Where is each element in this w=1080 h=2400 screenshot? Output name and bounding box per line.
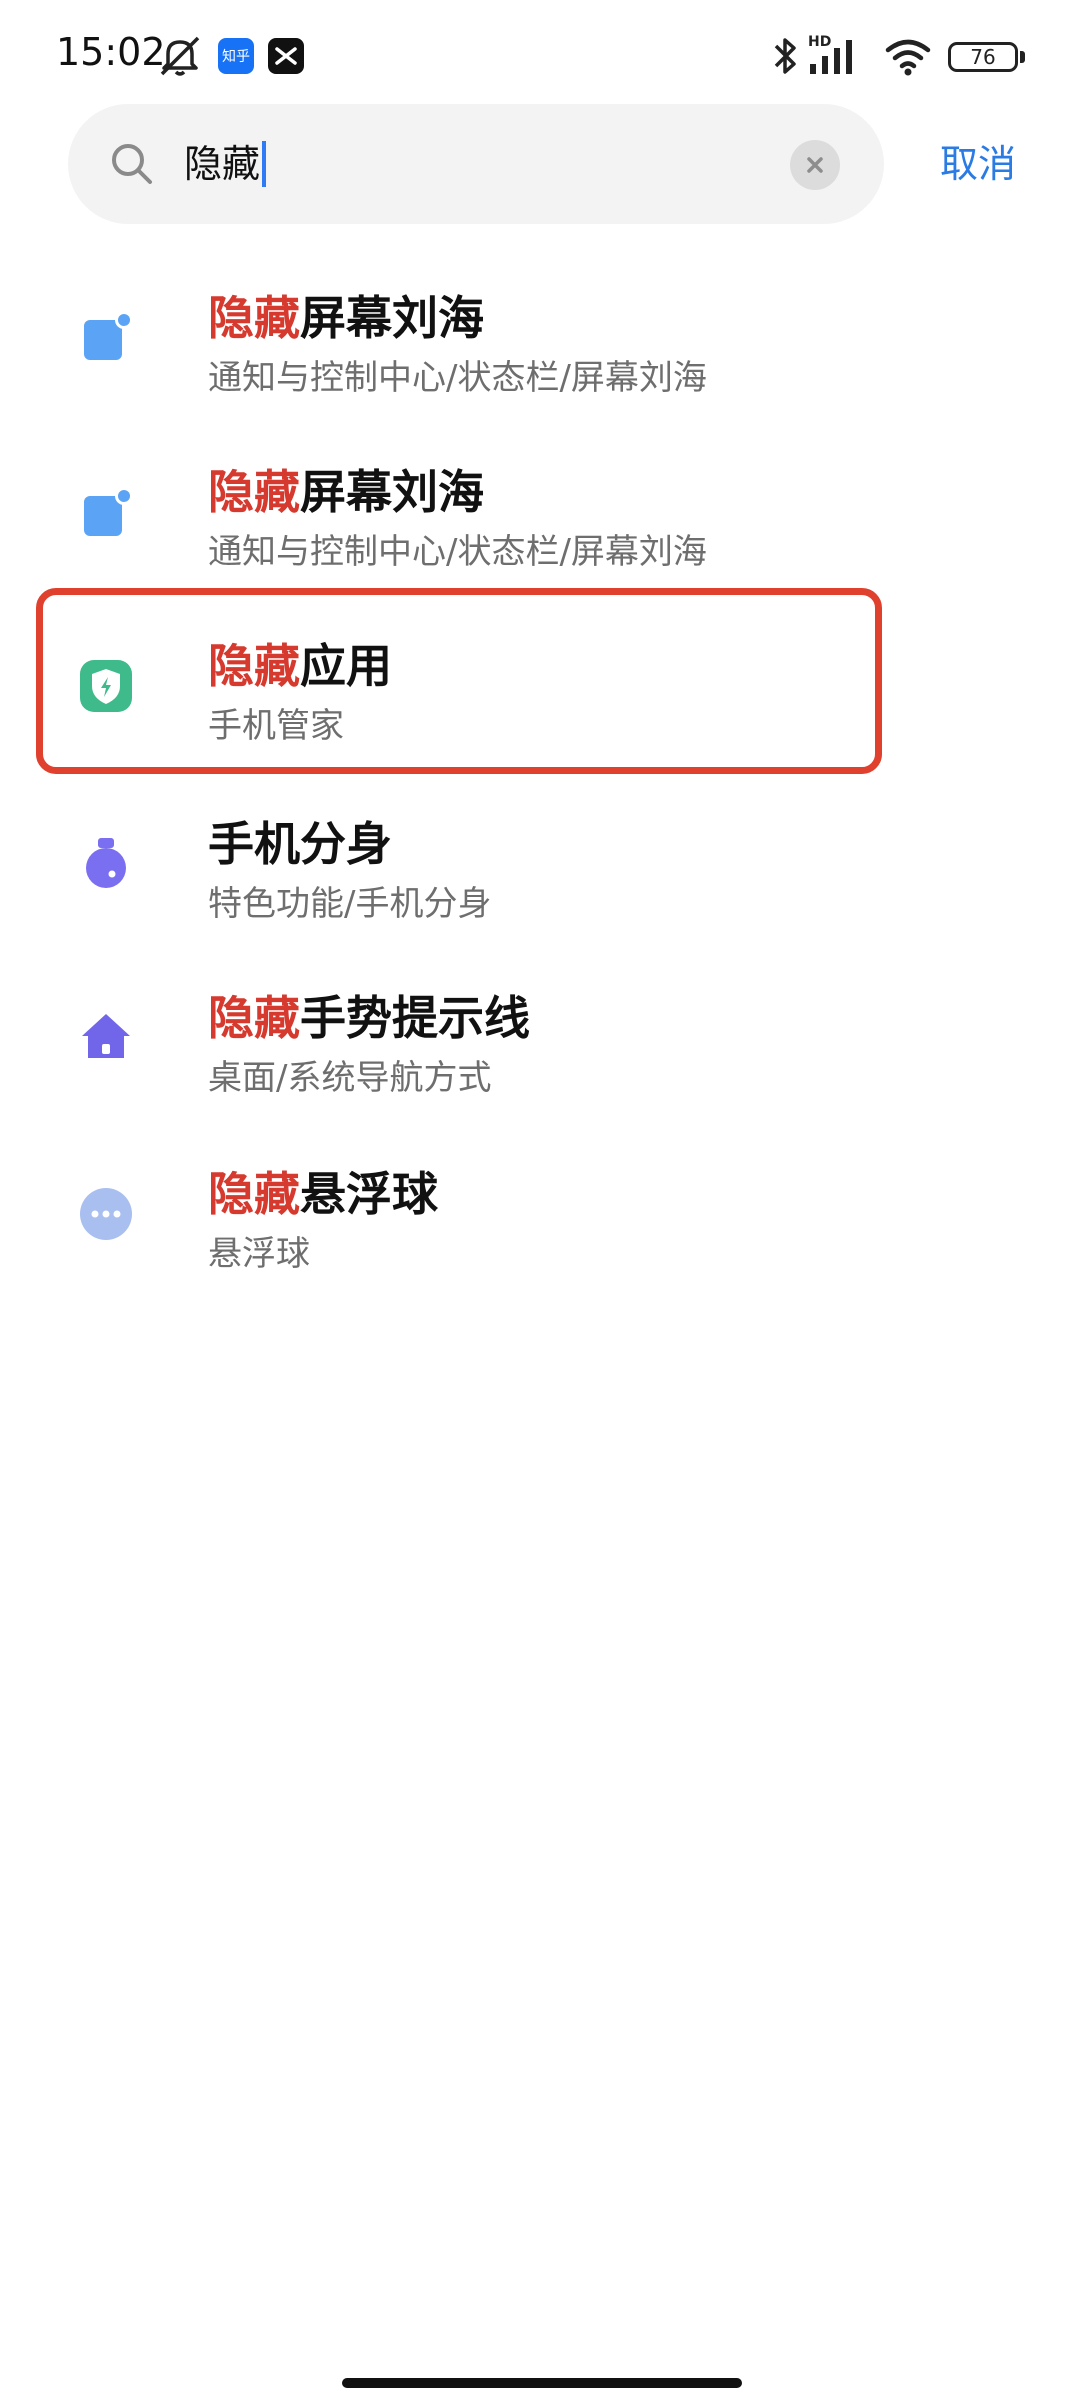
result-item[interactable]: 隐藏屏幕刘海 通知与控制中心/状态栏/屏幕刘海 bbox=[0, 270, 1080, 442]
notch-icon bbox=[84, 487, 133, 536]
result-title: 隐藏屏幕刘海 bbox=[208, 282, 484, 348]
battery-tip bbox=[1020, 51, 1025, 63]
search-icon bbox=[112, 144, 152, 184]
result-title-highlight: 隐藏 bbox=[208, 291, 300, 345]
battery-indicator: 76 bbox=[948, 42, 1018, 72]
result-path: 特色功能/手机分身 bbox=[208, 884, 492, 924]
home-icon bbox=[82, 1014, 130, 1058]
search-query: 隐藏 bbox=[184, 142, 261, 186]
result-item[interactable]: 隐藏手势提示线 桌面/系统导航方式 bbox=[0, 972, 1080, 1144]
home-indicator[interactable] bbox=[342, 2378, 742, 2388]
result-title-highlight: 隐藏 bbox=[208, 1167, 300, 1221]
result-title-rest: 屏幕刘海 bbox=[300, 291, 484, 345]
battery-level: 76 bbox=[970, 45, 996, 69]
result-path: 通知与控制中心/状态栏/屏幕刘海 bbox=[208, 358, 707, 398]
capcut-app-icon bbox=[268, 38, 304, 74]
result-title: 隐藏悬浮球 bbox=[208, 1158, 438, 1224]
close-icon bbox=[807, 157, 823, 173]
result-title-rest: 手机分身 bbox=[208, 817, 392, 871]
result-path: 通知与控制中心/状态栏/屏幕刘海 bbox=[208, 532, 707, 572]
result-title: 隐藏手势提示线 bbox=[208, 982, 530, 1048]
status-bar: 15:02 知乎 HD 76 bbox=[0, 0, 1080, 110]
result-title: 隐藏屏幕刘海 bbox=[208, 456, 484, 522]
cancel-button[interactable]: 取消 bbox=[940, 138, 1016, 190]
result-title-highlight: 隐藏 bbox=[208, 991, 300, 1045]
result-path: 桌面/系统导航方式 bbox=[208, 1058, 492, 1098]
text-caret bbox=[262, 141, 267, 187]
status-time: 15:02 bbox=[56, 30, 166, 74]
clear-search-button[interactable] bbox=[790, 140, 840, 190]
search-input[interactable]: 隐藏 bbox=[184, 138, 267, 190]
zhihu-badge-label: 知乎 bbox=[222, 49, 250, 65]
result-item[interactable]: 手机分身 特色功能/手机分身 bbox=[0, 796, 1080, 968]
wifi-icon bbox=[885, 39, 931, 76]
selection-highlight-box bbox=[36, 588, 882, 774]
cellular-signal-icon bbox=[810, 40, 852, 74]
result-title-rest: 手势提示线 bbox=[300, 991, 530, 1045]
notch-icon bbox=[84, 311, 133, 360]
mute-bell-icon bbox=[160, 36, 200, 76]
floating-ball-icon bbox=[80, 1188, 132, 1240]
bluetooth-icon bbox=[774, 38, 796, 74]
result-item[interactable]: 隐藏悬浮球 悬浮球 bbox=[0, 1148, 1080, 1320]
zhihu-app-icon: 知乎 bbox=[218, 38, 254, 74]
result-path: 悬浮球 bbox=[208, 1234, 310, 1274]
result-title-rest: 悬浮球 bbox=[300, 1167, 438, 1221]
result-title-rest: 屏幕刘海 bbox=[300, 465, 484, 519]
result-title-highlight: 隐藏 bbox=[208, 465, 300, 519]
second-space-icon bbox=[86, 838, 126, 888]
result-title: 手机分身 bbox=[208, 808, 392, 874]
